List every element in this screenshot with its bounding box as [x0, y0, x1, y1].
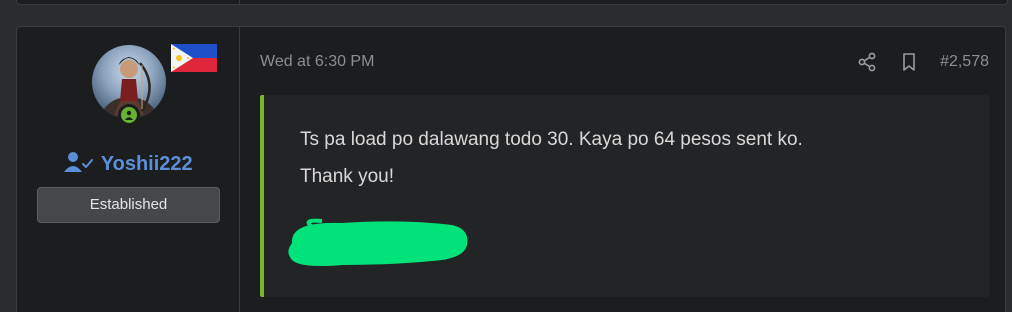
post-user-column: Yoshii222 Established	[17, 27, 240, 312]
previous-post	[16, 0, 1008, 5]
share-icon[interactable]	[856, 51, 878, 73]
philippines-flag-icon	[171, 42, 217, 79]
redaction-mark	[282, 215, 472, 280]
post-message-column: Wed at 6:30 PM #2,578 Ts pa load po dala…	[240, 27, 1005, 312]
online-status-badge	[118, 104, 140, 126]
username-link[interactable]: Yoshii222	[101, 153, 193, 176]
previous-post-divider	[239, 0, 240, 4]
post-number-link[interactable]: #2,578	[940, 53, 989, 71]
message-line: Ts pa load po dalawang todo 30. Kaya po …	[300, 129, 803, 150]
message-body: Ts pa load po dalawang todo 30. Kaya po …	[260, 95, 989, 297]
message-text: Ts pa load po dalawang todo 30. Kaya po …	[300, 121, 960, 195]
message-line: Thank you!	[300, 166, 394, 187]
user-check-icon	[64, 151, 94, 178]
post-actions: #2,578	[856, 51, 989, 73]
thread-page: Yoshii222 Established Wed at 6:30 PM #2,…	[0, 0, 1012, 312]
forum-post: Yoshii222 Established Wed at 6:30 PM #2,…	[16, 26, 1006, 312]
username-row: Yoshii222	[17, 151, 240, 178]
post-date[interactable]: Wed at 6:30 PM	[260, 53, 374, 71]
user-online-icon	[121, 107, 137, 123]
bookmark-icon[interactable]	[898, 51, 920, 73]
user-title-badge: Established	[37, 187, 220, 223]
